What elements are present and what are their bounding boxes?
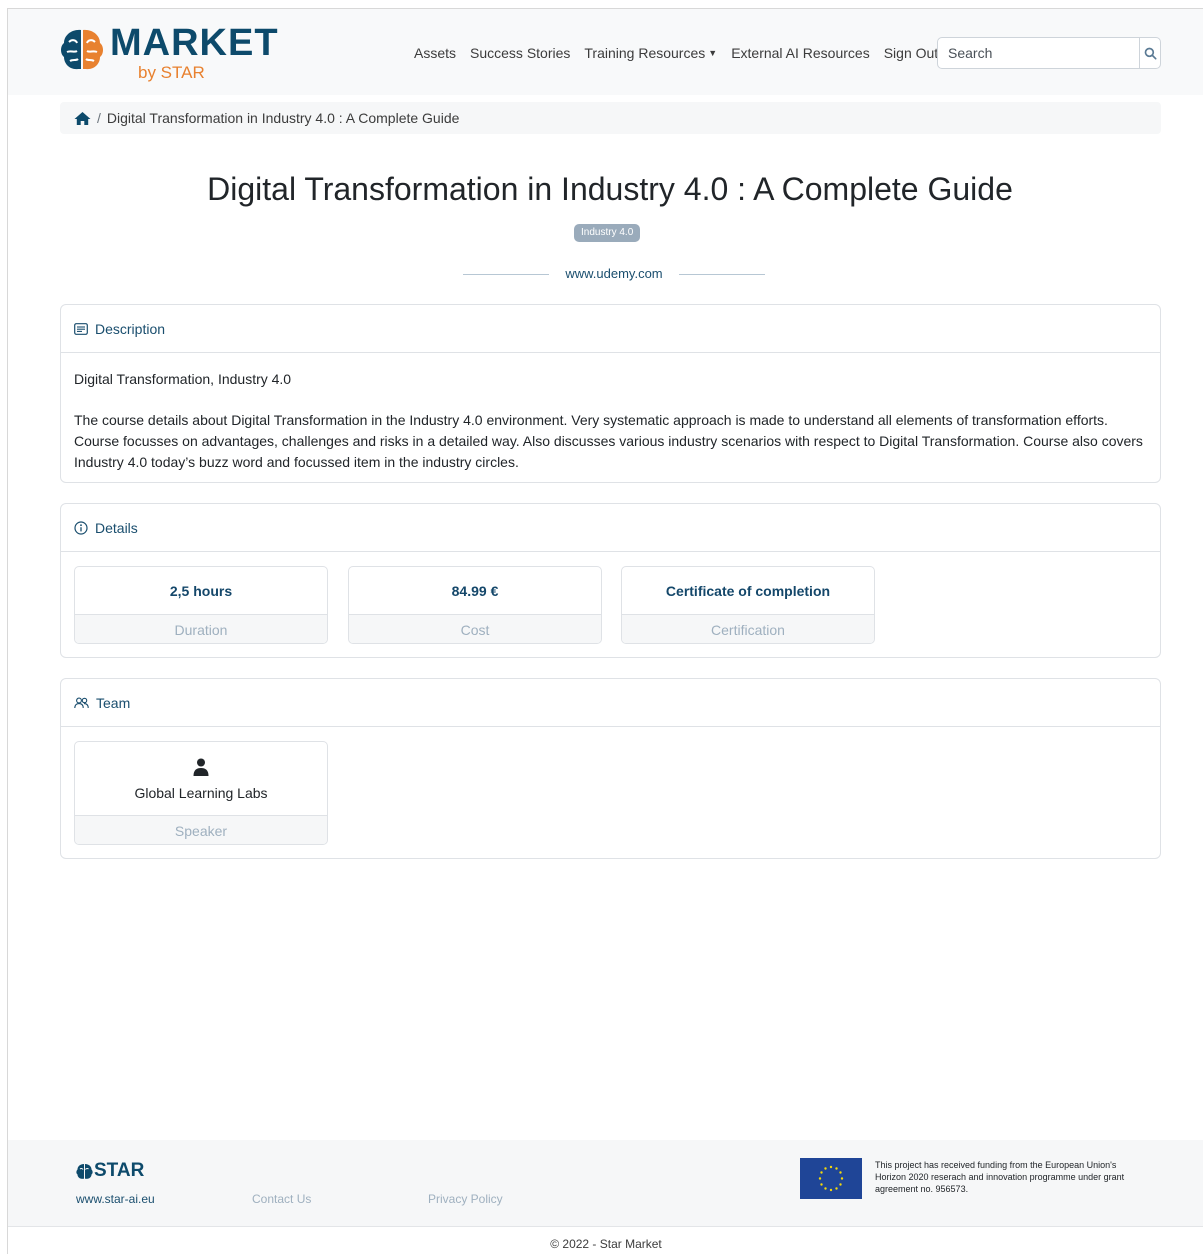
description-card: Description Digital Transformation, Indu… xyxy=(60,304,1161,483)
breadcrumb: / Digital Transformation in Industry 4.0… xyxy=(60,102,1161,134)
footer-site-link[interactable]: www.star-ai.eu xyxy=(76,1192,155,1206)
duration-value: 2,5 hours xyxy=(75,567,327,615)
search-input[interactable] xyxy=(938,38,1139,68)
search-button[interactable] xyxy=(1139,38,1160,68)
certification-box: Certificate of completion Certification xyxy=(621,566,875,644)
person-icon xyxy=(193,758,209,776)
info-icon xyxy=(74,520,88,535)
logo-wordmark: MARKET xyxy=(110,22,279,64)
nav-training-resources[interactable]: Training Resources ▼ xyxy=(584,45,717,61)
description-body: Digital Transformation, Industry 4.0 The… xyxy=(61,353,1160,509)
nav-sign-out[interactable]: Sign Out xyxy=(884,45,938,61)
star-footer-logo[interactable]: STAR xyxy=(76,1160,156,1184)
search-box xyxy=(937,37,1161,69)
cost-value: 84.99 € xyxy=(349,567,601,615)
certification-label: Certification xyxy=(622,615,874,643)
copyright: © 2022 - Star Market xyxy=(8,1226,1203,1254)
cost-box: 84.99 € Cost xyxy=(348,566,602,644)
page-title: Digital Transformation in Industry 4.0 :… xyxy=(207,171,1013,207)
footer: STAR www.star-ai.eu Contact Us Privacy P… xyxy=(8,1140,1203,1226)
description-header: Description xyxy=(61,305,1160,353)
description-title: Description xyxy=(95,320,166,337)
certification-value: Certificate of completion xyxy=(622,567,874,615)
description-icon xyxy=(74,322,88,335)
team-header: Team xyxy=(61,679,1160,727)
eu-funding-text: This project has received funding from t… xyxy=(875,1160,1125,1194)
people-icon xyxy=(74,697,89,708)
details-card: Details 2,5 hours Duration 84.99 € Cost … xyxy=(60,503,1161,658)
description-keywords: Digital Transformation, Industry 4.0 xyxy=(74,371,292,387)
star-brain-icon xyxy=(76,1164,93,1179)
breadcrumb-separator: / xyxy=(97,110,101,126)
team-member-name: Global Learning Labs xyxy=(134,785,268,801)
divider-line-right xyxy=(679,274,765,275)
cost-label: Cost xyxy=(349,615,601,643)
page-frame: MARKET by STAR Assets Success Stories Tr… xyxy=(7,8,1203,1254)
details-title: Details xyxy=(95,519,138,536)
team-member-top: Global Learning Labs xyxy=(75,742,327,816)
nav-success-stories[interactable]: Success Stories xyxy=(470,45,570,61)
home-icon[interactable] xyxy=(74,111,91,126)
duration-box: 2,5 hours Duration xyxy=(74,566,328,644)
nav-external-ai-resources[interactable]: External AI Resources xyxy=(731,45,870,61)
team-member-role: Speaker xyxy=(75,816,327,844)
nav-assets[interactable]: Assets xyxy=(414,45,456,61)
source-row: www.udemy.com xyxy=(463,266,765,282)
market-logo[interactable]: MARKET by STAR xyxy=(58,22,288,88)
duration-label: Duration xyxy=(75,615,327,643)
nav-menu: Assets Success Stories Training Resource… xyxy=(414,45,952,61)
details-header: Details xyxy=(61,504,1160,552)
footer-privacy-link[interactable]: Privacy Policy xyxy=(428,1192,503,1206)
navbar: MARKET by STAR Assets Success Stories Tr… xyxy=(8,9,1203,95)
eu-flag-icon xyxy=(800,1158,862,1199)
search-icon xyxy=(1144,47,1157,60)
team-title: Team xyxy=(96,694,131,711)
team-member-card: Global Learning Labs Speaker xyxy=(74,741,328,845)
footer-logo-text: STAR xyxy=(94,1160,145,1181)
team-card: Team Global Learning Labs Speaker xyxy=(60,678,1161,859)
footer-contact-link[interactable]: Contact Us xyxy=(252,1192,311,1206)
breadcrumb-current: Digital Transformation in Industry 4.0 :… xyxy=(106,110,460,126)
description-text: The course details about Digital Transfo… xyxy=(74,412,1143,470)
brain-logo-icon xyxy=(61,29,103,70)
footer-logo-word: STAR xyxy=(94,1160,144,1182)
caret-down-icon: ▼ xyxy=(708,48,718,58)
nav-training-resources-label: Training Resources xyxy=(584,45,706,61)
logo-subtitle: by STAR xyxy=(138,63,205,82)
category-badge: Industry 4.0 xyxy=(574,224,641,242)
